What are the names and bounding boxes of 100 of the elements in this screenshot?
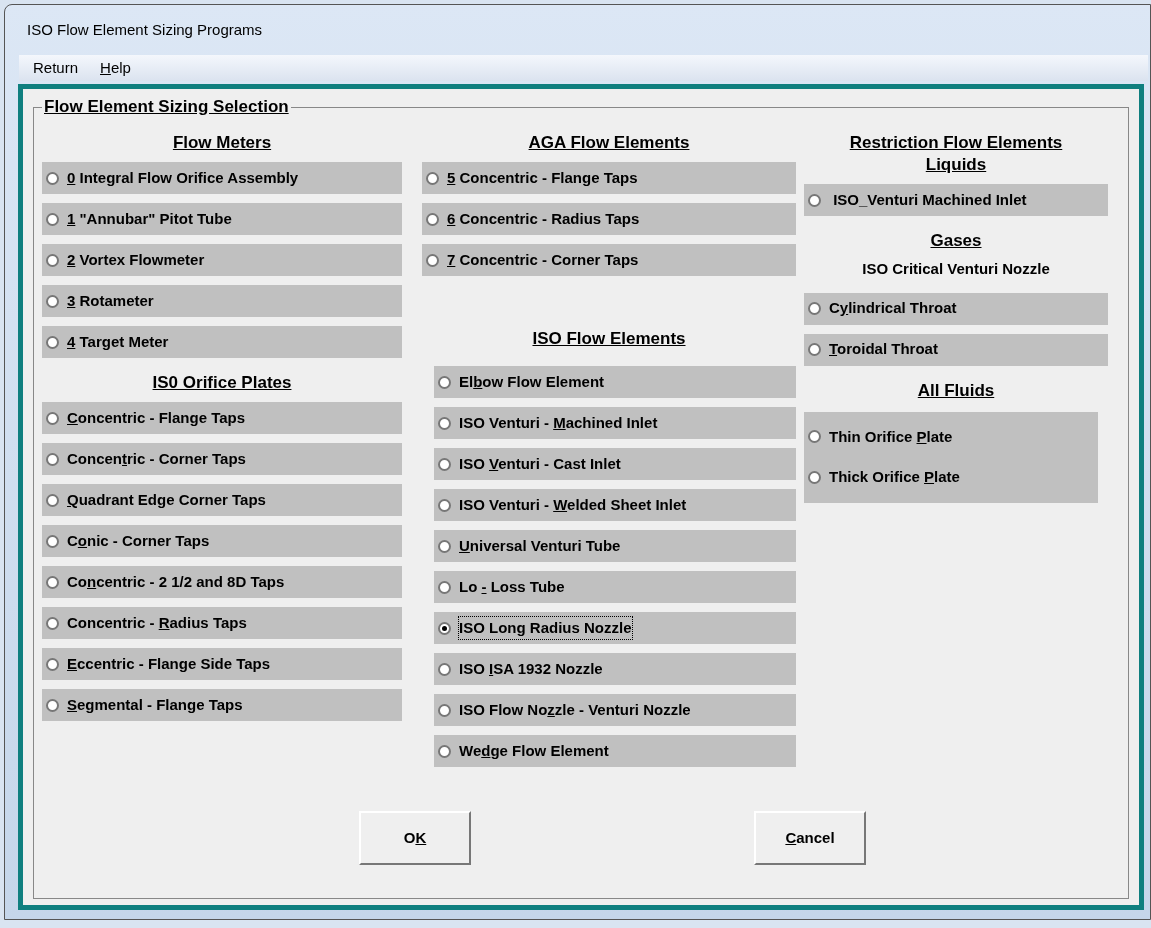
radio-button[interactable] <box>808 470 821 484</box>
radio-button[interactable] <box>438 539 451 553</box>
option-label: ISO_Venturi Machined Inlet <box>832 189 1027 210</box>
section-heading: All Fluids <box>917 379 995 402</box>
menu-item[interactable]: Help <box>100 56 131 80</box>
radio-button[interactable] <box>46 294 59 308</box>
radio-button[interactable] <box>46 335 59 349</box>
radio-button[interactable] <box>438 744 451 758</box>
radio-button[interactable] <box>46 452 59 466</box>
radio-option[interactable]: ISO Venturi - Machined Inlet <box>434 407 796 439</box>
option-label: ISO Venturi - Machined Inlet <box>459 412 658 433</box>
radio-button[interactable] <box>46 253 59 267</box>
radio-button[interactable] <box>46 616 59 630</box>
radio-button[interactable] <box>438 375 451 389</box>
window-title: ISO Flow Element Sizing Programs <box>27 19 263 40</box>
option-label: Wedge Flow Element <box>459 740 609 761</box>
radio-option[interactable]: ISO_Venturi Machined Inlet <box>804 184 1108 216</box>
option-label: Concentric - Corner Taps <box>67 448 246 469</box>
option-label: ISO Long Radius Nozzle <box>459 616 632 640</box>
radio-option[interactable]: Conic - Corner Taps <box>42 525 402 557</box>
option-label: Quadrant Edge Corner Taps <box>67 489 266 510</box>
radio-option[interactable]: 4 Target Meter <box>42 326 402 358</box>
radio-button[interactable] <box>46 698 59 712</box>
radio-button[interactable] <box>426 253 439 267</box>
radio-button[interactable] <box>46 657 59 671</box>
option-label: 2 Vortex Flowmeter <box>67 249 205 270</box>
radio-option[interactable]: 0 Integral Flow Orifice Assembly <box>42 162 402 194</box>
radio-button[interactable] <box>438 498 451 512</box>
option-label: 3 Rotameter <box>67 290 154 311</box>
radio-option[interactable]: 1 "Annubar" Pitot Tube <box>42 203 402 235</box>
option-label: Elbow Flow Element <box>459 371 605 392</box>
option-label: 6 Concentric - Radius Taps <box>447 208 640 229</box>
radio-option[interactable]: Concentric - 2 1/2 and 8D Taps <box>42 566 402 598</box>
radio-option[interactable]: Toroidal Throat <box>804 333 1108 366</box>
option-label: Concentric - Radius Taps <box>67 612 247 633</box>
option-label: Eccentric - Flange Side Taps <box>67 653 271 674</box>
dialog-button[interactable]: OK <box>359 811 471 865</box>
section-heading: IS0 Orifice Plates <box>152 372 292 394</box>
radio-option[interactable]: Concentric - Radius Taps <box>42 607 402 639</box>
option-label: Toroidal Throat <box>829 339 938 360</box>
option-label: 7 Concentric - Corner Taps <box>447 249 639 270</box>
radio-button[interactable] <box>46 575 59 589</box>
radio-option[interactable]: 2 Vortex Flowmeter <box>42 244 402 276</box>
radio-option[interactable]: ISO ISA 1932 Nozzle <box>434 653 796 685</box>
radio-button[interactable] <box>438 416 451 430</box>
option-label: 4 Target Meter <box>67 331 169 352</box>
menu-item[interactable]: Return <box>33 56 79 80</box>
radio-option[interactable]: Quadrant Edge Corner Taps <box>42 484 402 516</box>
radio-option[interactable]: Universal Venturi Tube <box>434 530 796 562</box>
radio-option[interactable]: ISO Long Radius Nozzle <box>434 612 796 644</box>
option-label: Lo - Loss Tube <box>459 576 565 597</box>
option-label: ISO ISA 1932 Nozzle <box>459 658 603 679</box>
radio-option[interactable]: Elbow Flow Element <box>434 366 796 398</box>
radio-button[interactable] <box>438 703 451 717</box>
option-label: Segmental - Flange Taps <box>67 694 243 715</box>
option-label: 5 Concentric - Flange Taps <box>447 167 638 188</box>
radio-option[interactable]: ISO Venturi - Welded Sheet Inlet <box>434 489 796 521</box>
radio-button[interactable] <box>438 457 451 471</box>
radio-button[interactable] <box>46 534 59 548</box>
radio-option[interactable]: 6 Concentric - Radius Taps <box>422 203 796 235</box>
radio-option[interactable]: Concentric - Corner Taps <box>42 443 402 475</box>
radio-option[interactable]: ISO Venturi - Cast Inlet <box>434 448 796 480</box>
option-label: Universal Venturi Tube <box>459 535 621 556</box>
radio-option[interactable]: Eccentric - Flange Side Taps <box>42 648 402 680</box>
radio-option[interactable]: Wedge Flow Element <box>434 735 796 767</box>
option-label: Concentric - Flange Taps <box>67 407 246 428</box>
radio-option[interactable]: Segmental - Flange Taps <box>42 689 402 721</box>
radio-button[interactable] <box>46 493 59 507</box>
radio-option[interactable]: Lo - Loss Tube <box>434 571 796 603</box>
radio-button[interactable] <box>438 621 451 635</box>
option-label: 0 Integral Flow Orifice Assembly <box>67 167 299 188</box>
section-heading: Liquids <box>925 154 987 176</box>
radio-button[interactable] <box>438 662 451 676</box>
section-heading: AGA Flow Elements <box>528 132 690 154</box>
section-caption: ISO Critical Venturi Nozzle <box>862 259 1050 279</box>
section-heading: Restriction Flow Elements <box>849 132 1063 154</box>
radio-option[interactable]: ISO Flow Nozzle - Venturi Nozzle <box>434 694 796 726</box>
option-label: Concentric - 2 1/2 and 8D Taps <box>67 571 285 592</box>
radio-button[interactable] <box>808 430 821 444</box>
radio-button[interactable] <box>426 171 439 185</box>
option-label: Thick Orifice Plate <box>829 467 960 487</box>
radio-button[interactable] <box>808 193 821 207</box>
radio-button[interactable] <box>46 171 59 185</box>
radio-button[interactable] <box>808 343 821 356</box>
dialog-button[interactable]: Cancel <box>754 811 866 865</box>
radio-option[interactable]: Cylindrical Throat <box>804 292 1108 325</box>
option-label: 1 "Annubar" Pitot Tube <box>67 208 232 229</box>
radio-option[interactable]: 5 Concentric - Flange Taps <box>422 162 796 194</box>
radio-button[interactable] <box>808 302 821 315</box>
radio-button[interactable] <box>438 580 451 594</box>
radio-option[interactable]: 3 Rotameter <box>42 285 402 317</box>
option-label: Conic - Corner Taps <box>67 530 210 551</box>
section-heading: ISO Flow Elements <box>532 328 686 350</box>
radio-button[interactable] <box>46 212 59 226</box>
radio-button[interactable] <box>46 411 59 425</box>
radio-option[interactable]: Concentric - Flange Taps <box>42 402 402 434</box>
option-label: ISO Flow Nozzle - Venturi Nozzle <box>459 699 691 720</box>
radio-button[interactable] <box>426 212 439 226</box>
radio-option[interactable]: 7 Concentric - Corner Taps <box>422 244 796 276</box>
section-heading: Gases <box>930 230 982 252</box>
